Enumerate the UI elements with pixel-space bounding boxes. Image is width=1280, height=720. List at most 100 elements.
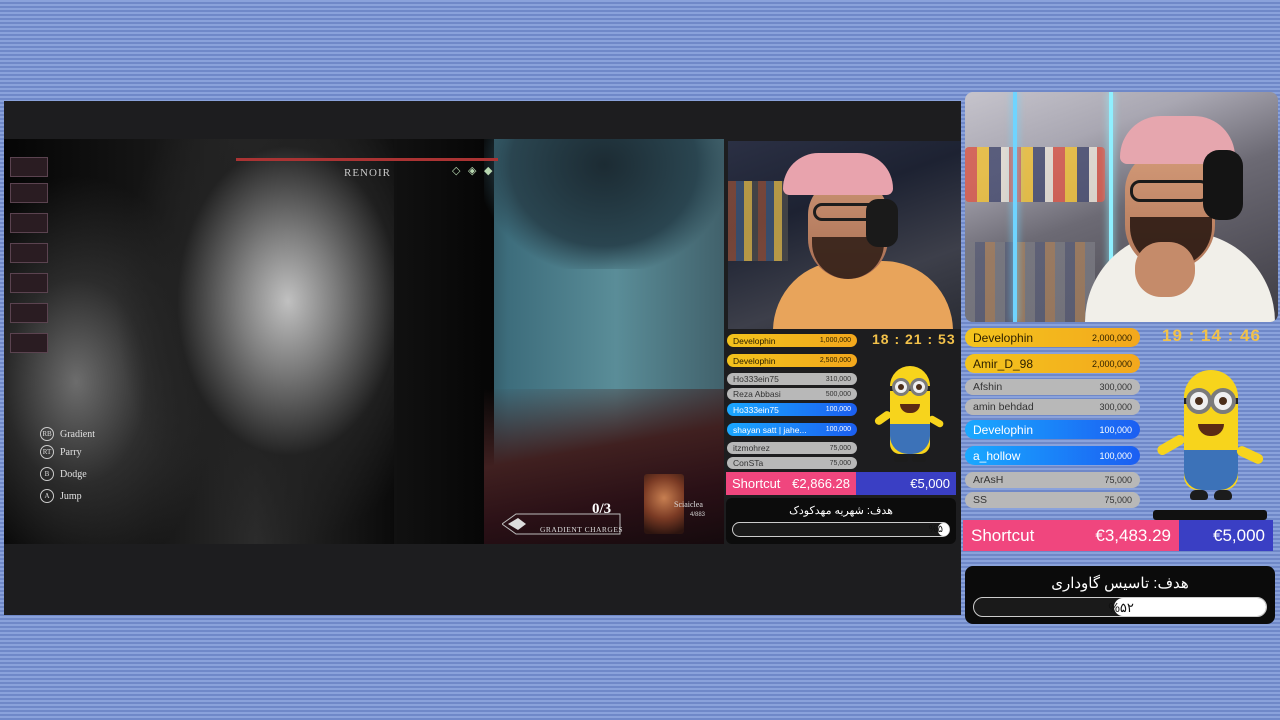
donation-row: Develophin 2,000,000	[965, 328, 1140, 347]
donation-row: Ho333ein75 310,000	[727, 373, 857, 385]
donation-amount: 75,000	[1104, 475, 1132, 485]
party-slot	[10, 157, 48, 177]
vod-webcam	[728, 141, 961, 329]
shortcut-label: Shortcut	[971, 525, 1035, 545]
streamer-glasses	[1130, 180, 1210, 202]
stream-clock: 18 : 21 : 53	[872, 331, 956, 347]
donation-amount: 2,000,000	[1091, 358, 1132, 369]
goal-percent: %۵۲	[1108, 600, 1134, 615]
goal-widget: هدف: تاسیس گاوداری %۵۲	[965, 566, 1275, 624]
donation-row: ConSTa 75,000	[727, 457, 857, 469]
donor-name: Afshin	[973, 381, 1003, 393]
donation-row: Ho333ein75 100,000	[727, 403, 857, 416]
figure-shelf	[728, 181, 788, 261]
donor-name: a_hollow	[973, 448, 1021, 463]
figure-shelf	[965, 147, 1105, 202]
donor-name: Amir_D_98	[973, 356, 1034, 371]
donation-row: ArAsH 75,000	[965, 472, 1140, 488]
party-slot	[10, 333, 48, 353]
donor-name: Develophin	[733, 335, 776, 346]
shortcut-label: Shortcut	[732, 476, 781, 491]
goal-title: هدف: تاسیس گاوداری	[1051, 575, 1189, 592]
goal-progress-bar: %۵۲	[973, 597, 1267, 617]
donation-row: Develophin 2,500,000	[727, 354, 857, 367]
control-label: Parry	[60, 446, 82, 458]
shortcut-current: €3,483.29	[1095, 525, 1171, 545]
donor-name: amin behdad	[973, 401, 1034, 413]
donor-name: Develophin	[733, 355, 776, 366]
donor-name: ConSTa	[733, 458, 764, 468]
shortcut-progress: Shortcut €3,483.29	[963, 520, 1179, 551]
shortcut-progress: Shortcut €2,866.28	[726, 472, 856, 495]
donation-amount: 1,000,000	[819, 337, 851, 344]
control-hint: RB Gradient	[40, 427, 95, 441]
donation-row: shayan satt | jahe... 100,000	[727, 423, 857, 436]
donation-amount: 500,000	[825, 390, 851, 398]
streamer-hand	[1135, 242, 1195, 297]
controller-button-icon: RT	[40, 445, 54, 459]
headset	[866, 199, 898, 247]
goal-title: هدف: شهریه مهدکودک	[789, 505, 893, 517]
control-hint: RT Parry	[40, 445, 82, 459]
donor-name: itzmohrez	[733, 443, 770, 453]
donation-amount: 300,000	[1099, 402, 1132, 412]
party-slot	[10, 303, 48, 323]
donation-amount: 100,000	[825, 426, 851, 433]
party-slot	[10, 183, 48, 203]
donation-row: Afshin 300,000	[965, 379, 1140, 395]
donor-name: ArAsH	[973, 474, 1004, 486]
party-slot	[10, 273, 48, 293]
minion-mascot	[1150, 350, 1270, 510]
controller-button-icon: A	[40, 489, 54, 503]
donor-name: Reza Abbasi	[733, 389, 781, 399]
donation-row: Amir_D_98 2,000,000	[965, 354, 1140, 373]
game-capture: RENOIR ◇ ◈ ◆ RB Gradient RT Parry B Dodg…	[4, 139, 724, 544]
control-hint: B Dodge	[40, 467, 87, 481]
shortcut-current: €2,866.28	[792, 476, 850, 491]
donation-amount: 100,000	[1099, 450, 1132, 461]
donor-name: shayan satt | jahe...	[733, 424, 807, 435]
book-shelf	[965, 242, 1095, 322]
shortcut-target: €5,000	[910, 476, 950, 491]
boss-name: RENOIR	[344, 167, 391, 179]
character-name: Sciaiclea	[674, 500, 703, 509]
stream-clock: 19 : 14 : 46	[1162, 326, 1261, 345]
streamer-cap	[783, 153, 893, 195]
streamer-webcam	[965, 92, 1278, 322]
donation-row: Develophin 1,000,000	[727, 334, 857, 347]
shortcut-goal-bar: Shortcut €2,866.28 €5,000	[726, 472, 956, 495]
diamond-icon: ◆	[484, 165, 493, 177]
game-scene-cloud	[484, 139, 724, 269]
donation-amount: 2,000,000	[1091, 332, 1132, 343]
boss-health-bar	[236, 158, 498, 161]
donation-amount: 75,000	[829, 444, 851, 452]
party-slot	[10, 243, 48, 263]
party-slot	[10, 213, 48, 233]
led-strip	[1013, 92, 1017, 322]
donor-name: Develophin	[973, 330, 1034, 345]
donation-row: SS 75,000	[965, 492, 1140, 508]
minion-mascot	[868, 352, 948, 470]
donation-row: a_hollow 100,000	[965, 446, 1140, 465]
control-label: Jump	[60, 490, 82, 502]
character-hp: 4/883	[690, 512, 706, 518]
goal-progress-bar: %۵	[732, 522, 950, 537]
donation-row: Reza Abbasi 500,000	[727, 388, 857, 400]
donor-name: Ho333ein75	[733, 404, 779, 415]
donation-amount: 75,000	[829, 459, 851, 467]
shortcut-target-box: €5,000	[1179, 520, 1273, 551]
donation-amount: 2,500,000	[819, 357, 851, 364]
headset	[1203, 150, 1243, 220]
controller-button-icon: B	[40, 467, 54, 481]
shortcut-goal-bar: Shortcut €3,483.29 €5,000	[963, 520, 1273, 551]
mascot-nameplate	[1153, 510, 1267, 520]
control-label: Dodge	[60, 468, 87, 480]
gradient-charge-count: 0/3	[592, 501, 612, 517]
donor-name: SS	[973, 494, 988, 506]
shortcut-target: €5,000	[1213, 525, 1265, 545]
donor-name: Ho333ein75	[733, 374, 779, 384]
donor-name: Develophin	[973, 422, 1034, 437]
donation-amount: 100,000	[825, 406, 851, 413]
donation-row: amin behdad 300,000	[965, 399, 1140, 415]
control-label: Gradient	[60, 428, 95, 440]
